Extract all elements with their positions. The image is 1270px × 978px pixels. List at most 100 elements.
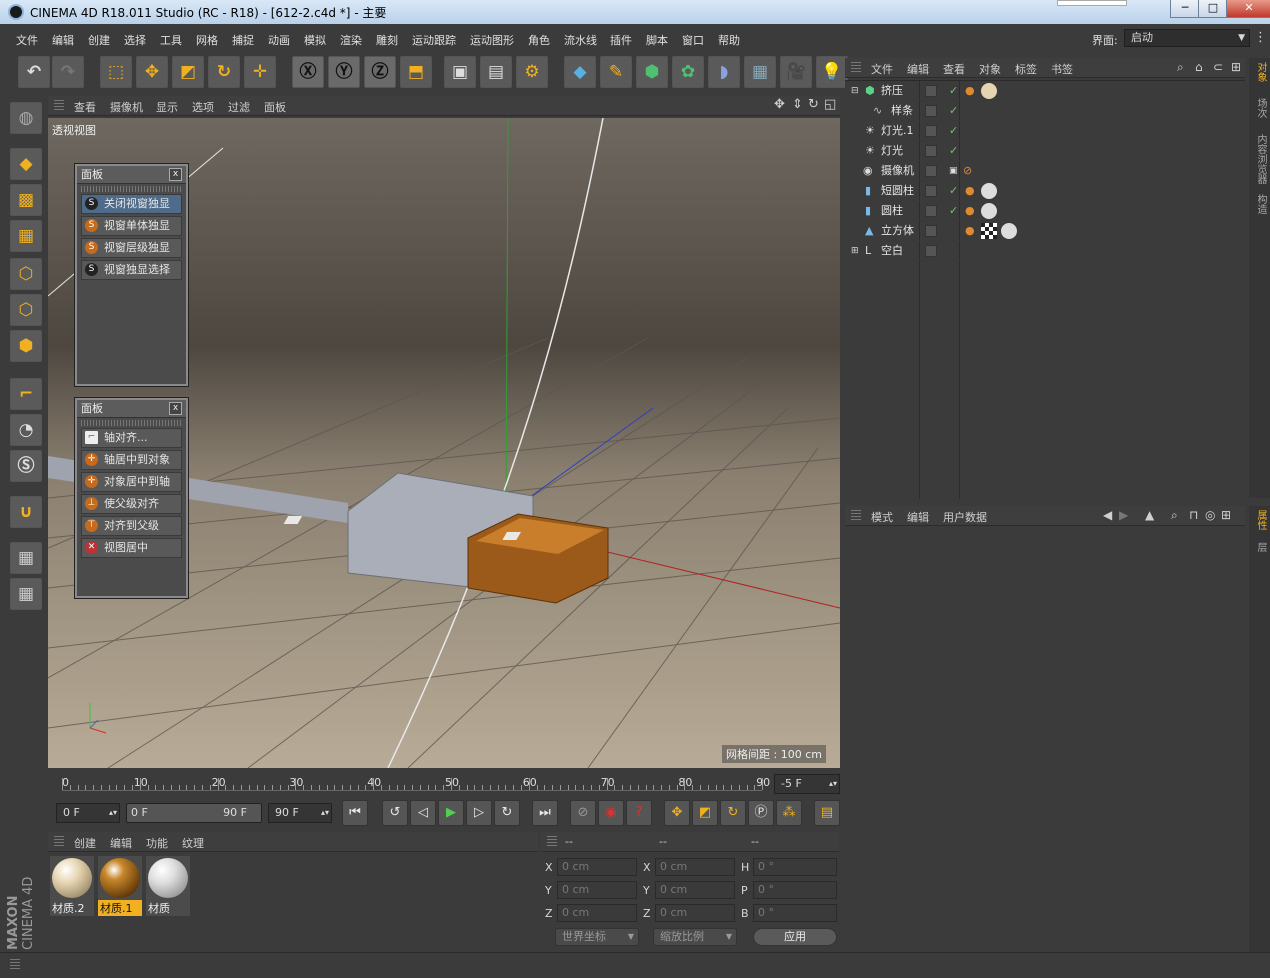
timeline[interactable]: 0 10 20 30 40 50 60 70 80 90 -5 F ▴▾ xyxy=(48,772,840,796)
solo-icon[interactable]: Ⓢ xyxy=(10,450,42,482)
grip-icon[interactable] xyxy=(547,836,557,848)
material-tag-icon[interactable] xyxy=(981,183,997,199)
viewport-rotate-icon[interactable]: ↻ xyxy=(808,97,819,112)
checkmark-icon[interactable]: ✓ xyxy=(949,201,958,221)
render-picture-viewer-icon[interactable]: ▤ xyxy=(480,56,512,88)
object-row[interactable]: ☀ 灯光 ✓ xyxy=(845,141,1245,161)
object-name[interactable]: 短圆柱 xyxy=(881,181,914,201)
expand-icon[interactable]: ⊞ xyxy=(851,241,859,261)
start-frame-field[interactable]: 0 F ▴▾ xyxy=(56,803,120,823)
current-frame-field[interactable]: -5 F ▴▾ xyxy=(774,774,840,794)
grip-icon[interactable] xyxy=(10,959,20,971)
menu-window[interactable]: 窗口 xyxy=(682,32,704,48)
align-parent-button[interactable]: ⊥ 使父级对齐 xyxy=(81,494,182,514)
material-swatch[interactable]: 材质.2 xyxy=(50,856,94,916)
object-name[interactable]: 立方体 xyxy=(881,221,914,241)
object-name[interactable]: 样条 xyxy=(891,101,913,121)
y-axis-icon[interactable]: Ⓨ xyxy=(328,56,360,88)
menu-sculpt[interactable]: 雕刻 xyxy=(376,32,398,48)
menu-pipeline[interactable]: 流水线 xyxy=(564,32,597,48)
key-point-level-icon[interactable]: ⁂ xyxy=(776,800,802,826)
attributes-menu-userdata[interactable]: 用户数据 xyxy=(943,509,987,525)
up-arrow-icon[interactable]: ▲ xyxy=(1145,508,1154,522)
move-icon[interactable]: ✥ xyxy=(136,56,168,88)
menu-simulate[interactable]: 模拟 xyxy=(304,32,326,48)
objects-menu-tags[interactable]: 标签 xyxy=(1015,61,1037,77)
new-window-icon[interactable]: ⊞ xyxy=(1221,508,1231,522)
checkmark-icon[interactable]: ✓ xyxy=(949,121,958,141)
layout-select[interactable]: 启动 ▼ xyxy=(1124,29,1250,47)
floor-icon[interactable]: ▦ xyxy=(744,56,776,88)
position-y-field[interactable]: 0 cm xyxy=(557,881,637,899)
lock-icon[interactable]: ⊓ xyxy=(1189,508,1198,522)
viewport-pan-icon[interactable]: ✥ xyxy=(774,97,785,112)
model-mode-icon[interactable]: ◆ xyxy=(10,148,42,180)
apply-button[interactable]: 应用 xyxy=(753,928,837,946)
close-icon[interactable]: x xyxy=(169,168,182,181)
viewport-zoom-icon[interactable]: ⇕ xyxy=(792,97,803,112)
title-search-box[interactable] xyxy=(1057,0,1127,6)
solo-hierarchy-button[interactable]: S 视窗层级独显 xyxy=(81,238,182,258)
tag-icon[interactable]: ● xyxy=(965,81,975,101)
deformer-icon[interactable]: ◗ xyxy=(708,56,740,88)
texture-mode-icon[interactable]: ▩ xyxy=(10,184,42,216)
back-arrow-icon[interactable]: ◀ xyxy=(1103,508,1112,522)
key-scale-icon[interactable]: ◩ xyxy=(692,800,718,826)
layer-icon[interactable] xyxy=(925,225,937,237)
checkmark-icon[interactable]: ✓ xyxy=(949,101,958,121)
object-name[interactable]: 灯光 xyxy=(881,141,903,161)
size-y-field[interactable]: 0 cm xyxy=(655,881,735,899)
cloner-icon[interactable]: ✿ xyxy=(672,56,704,88)
object-name[interactable]: 空白 xyxy=(881,241,903,261)
panel-grip[interactable] xyxy=(81,186,182,192)
align-to-parent-button[interactable]: ⊤ 对齐到父级 xyxy=(81,516,182,536)
object-center-axis-button[interactable]: ✛ 对象居中到轴 xyxy=(81,472,182,492)
solo-selection-button[interactable]: S 视窗独显选择 xyxy=(81,260,182,280)
object-row[interactable]: ⊟ ⬢ 挤压 ✓ ● xyxy=(845,81,1245,101)
x-axis-icon[interactable]: Ⓧ xyxy=(292,56,324,88)
scale-icon[interactable]: ◩ xyxy=(172,56,204,88)
tag-icon[interactable]: ● xyxy=(965,201,975,221)
link-icon[interactable]: ⊂ xyxy=(1213,60,1223,74)
tab-objects[interactable]: 对象 xyxy=(1253,62,1268,82)
materials-menu-create[interactable]: 创建 xyxy=(74,835,96,851)
tab-content-browser[interactable]: 内容浏览器 xyxy=(1253,134,1268,184)
materials-menu-edit[interactable]: 编辑 xyxy=(110,835,132,851)
render-settings-icon[interactable]: ⚙ xyxy=(516,56,548,88)
size-z-field[interactable]: 0 cm xyxy=(655,904,735,922)
attributes-menu-mode[interactable]: 模式 xyxy=(871,509,893,525)
position-x-field[interactable]: 0 cm xyxy=(557,858,637,876)
camera-icon[interactable]: 🎥 xyxy=(780,56,812,88)
camera-active-icon[interactable]: ▣ xyxy=(949,161,958,181)
grip-icon[interactable] xyxy=(54,100,64,112)
grip-icon[interactable] xyxy=(54,836,64,848)
size-x-field[interactable]: 0 cm xyxy=(655,858,735,876)
tab-takes[interactable]: 场次 xyxy=(1253,98,1268,118)
object-row[interactable]: ⊞ L 空白 xyxy=(845,241,1245,261)
cube-icon[interactable]: ◆ xyxy=(564,56,596,88)
menu-help[interactable]: 帮助 xyxy=(718,32,740,48)
materials-menu-function[interactable]: 功能 xyxy=(146,835,168,851)
object-name[interactable]: 圆柱 xyxy=(881,201,903,221)
end-frame-field[interactable]: 90 F ▴▾ xyxy=(268,803,332,823)
next-key-icon[interactable]: ↻ xyxy=(494,800,520,826)
z-axis-icon[interactable]: Ⓩ xyxy=(364,56,396,88)
menu-script[interactable]: 脚本 xyxy=(646,32,668,48)
collapse-icon[interactable]: ⊟ xyxy=(851,81,859,101)
key-position-icon[interactable]: ✥ xyxy=(664,800,690,826)
new-window-icon[interactable]: ⊞ xyxy=(1231,60,1241,74)
axis-mode-icon[interactable]: ⌐ xyxy=(10,378,42,410)
snap-icon[interactable]: ∪ xyxy=(10,496,42,528)
home-icon[interactable]: ⌂ xyxy=(1195,60,1203,74)
solo-single-button[interactable]: S 视窗单体独显 xyxy=(81,216,182,236)
make-editable-icon[interactable]: ◍ xyxy=(10,102,42,134)
objects-menu-file[interactable]: 文件 xyxy=(871,61,893,77)
objects-menu-bookmarks[interactable]: 书签 xyxy=(1051,61,1073,77)
viewport-menu-cameras[interactable]: 摄像机 xyxy=(110,99,143,115)
viewport-menu-display[interactable]: 显示 xyxy=(156,99,178,115)
layer-icon[interactable] xyxy=(925,105,937,117)
keyframe-selection-icon[interactable]: ? xyxy=(626,800,652,826)
material-tag-icon[interactable] xyxy=(1001,223,1017,239)
pen-icon[interactable]: ✎ xyxy=(600,56,632,88)
render-view-icon[interactable]: ▣ xyxy=(444,56,476,88)
